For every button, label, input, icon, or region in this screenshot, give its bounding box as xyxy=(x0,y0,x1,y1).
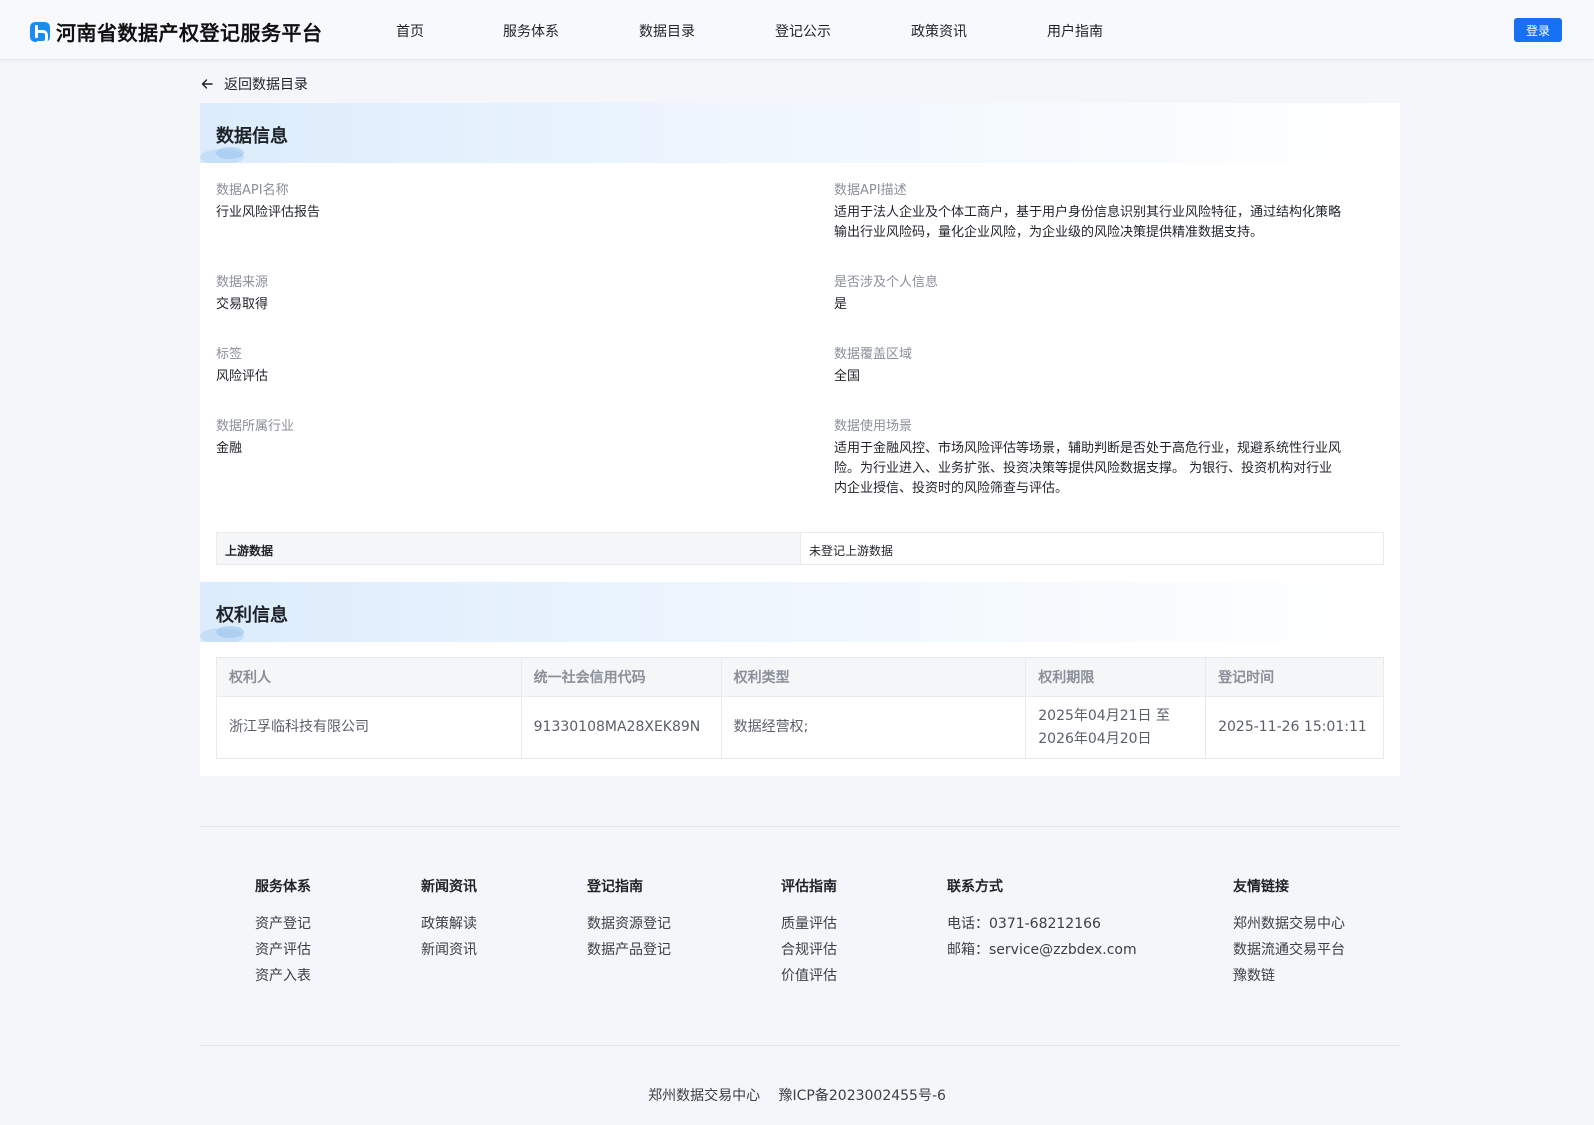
coverage-value: 全国 xyxy=(834,369,861,384)
col-registered-at: 登记时间 xyxy=(1205,657,1384,697)
nav-registration-notice[interactable]: 登记公示 xyxy=(775,21,831,41)
footer-link[interactable]: 数据资源登记 xyxy=(587,913,671,939)
footer-divider xyxy=(200,826,1400,827)
personal-info-label: 是否涉及个人信息 xyxy=(834,275,939,290)
nav-policy-news[interactable]: 政策资讯 xyxy=(911,21,967,41)
api-name-value: 行业风险评估报告 xyxy=(216,205,321,220)
top-header: 河南省数据产权登记服务平台 首页 服务体系 数据目录 登记公示 政策资讯 用户指… xyxy=(0,0,1594,60)
footer-link[interactable]: 合规评估 xyxy=(781,939,837,965)
industry-label: 数据所属行业 xyxy=(216,419,295,434)
data-info-title: 数据信息 xyxy=(216,126,288,147)
footer-col-service: 服务体系 资产登记 资产评估 资产入表 xyxy=(255,876,311,991)
arrow-left-icon xyxy=(201,79,213,89)
table-header-row: 权利人 统一社会信用代码 权利类型 权利期限 登记时间 xyxy=(216,657,1384,697)
nav-user-guide[interactable]: 用户指南 xyxy=(1047,21,1103,41)
footer-col-contact: 联系方式 电话：0371-68212166 邮箱：service@zzbdex.… xyxy=(947,876,1137,965)
upstream-value: 未登记上游数据 xyxy=(809,544,894,558)
industry-value: 金融 xyxy=(216,441,243,456)
nav-data-catalog[interactable]: 数据目录 xyxy=(639,21,695,41)
cell-right-type: 数据经营权; xyxy=(720,696,1027,759)
api-desc-value: 适用于法人企业及个体工商户，基于用户身份信息识别其行业风险特征，通过结构化策略 … xyxy=(834,203,1394,243)
rights-info-title: 权利信息 xyxy=(216,605,288,626)
footer-col-links: 友情链接 郑州数据交易中心 数据流通交易平台 豫数链 xyxy=(1233,876,1345,991)
footer-link[interactable]: 新闻资讯 xyxy=(421,939,477,965)
term-start: 2025年04月21日 至 xyxy=(1038,707,1170,724)
footer-link[interactable]: 资产评估 xyxy=(255,939,311,965)
rights-info-header: 权利信息 xyxy=(200,582,1400,642)
tag-value: 风险评估 xyxy=(216,369,269,384)
footer-divider xyxy=(200,1045,1400,1046)
col-credit-code: 统一社会信用代码 xyxy=(520,657,722,697)
upstream-data-row: 上游数据 未登记上游数据 xyxy=(216,532,1384,565)
back-link-label: 返回数据目录 xyxy=(224,77,308,93)
footer-col-title: 评估指南 xyxy=(781,879,837,895)
footer-col-title: 友情链接 xyxy=(1233,879,1289,895)
term-end: 2026年04月20日 xyxy=(1038,730,1152,747)
footer-link[interactable]: 数据流通交易平台 xyxy=(1233,939,1345,965)
footer-link[interactable]: 豫数链 xyxy=(1233,965,1345,991)
table-row: 浙江孚临科技有限公司 91330108MA28XEK89N 数据经营权; 202… xyxy=(216,696,1384,759)
footer-link[interactable]: 数据产品登记 xyxy=(587,939,671,965)
footer-link[interactable]: 资产登记 xyxy=(255,913,311,939)
col-right-type: 权利类型 xyxy=(720,657,1027,697)
scenario-value: 适用于金融风控、市场风险评估等场景，辅助判断是否处于高危行业，规避系统性行业风 … xyxy=(834,439,1394,499)
rights-table: 权利人 统一社会信用代码 权利类型 权利期限 登记时间 浙江孚临科技有限公司 9… xyxy=(216,657,1384,759)
contact-email[interactable]: 邮箱：service@zzbdex.com xyxy=(947,939,1137,965)
source-value: 交易取得 xyxy=(216,297,269,312)
footer-col-title: 联系方式 xyxy=(947,879,1003,895)
data-info-header: 数据信息 xyxy=(200,103,1400,163)
footer-link[interactable]: 质量评估 xyxy=(781,913,837,939)
footer-col-title: 服务体系 xyxy=(255,879,311,895)
upstream-label: 上游数据 xyxy=(217,533,801,564)
nav-home[interactable]: 首页 xyxy=(396,21,424,41)
footer-link[interactable]: 郑州数据交易中心 xyxy=(1233,913,1345,939)
footer-col-title: 新闻资讯 xyxy=(421,879,477,895)
cell-registered-at: 2025-11-26 15:01:11 xyxy=(1205,696,1384,759)
col-term: 权利期限 xyxy=(1025,657,1207,697)
footer-col-title: 登记指南 xyxy=(587,879,643,895)
cell-credit-code: 91330108MA28XEK89N xyxy=(520,696,722,759)
col-holder: 权利人 xyxy=(216,657,522,697)
scenario-line: 内企业授信、投资时的风险筛查与评估。 xyxy=(834,481,1069,496)
footer-col-evaluation-guide: 评估指南 质量评估 合规评估 价值评估 xyxy=(781,876,837,991)
login-button[interactable]: 登录 xyxy=(1514,18,1562,42)
api-name-label: 数据API名称 xyxy=(216,183,289,198)
copyright-org: 郑州数据交易中心 xyxy=(648,1088,761,1104)
icp-number[interactable]: 豫ICP备2023002455号-6 xyxy=(779,1088,946,1104)
detail-card: 数据信息 数据API名称 行业风险评估报告 数据API描述 适用于法人企业及个体… xyxy=(200,103,1400,776)
nav-service-system[interactable]: 服务体系 xyxy=(503,21,559,41)
api-desc-label: 数据API描述 xyxy=(834,183,907,198)
back-to-catalog-link[interactable]: 返回数据目录 xyxy=(200,74,308,94)
footer-col-registration-guide: 登记指南 数据资源登记 数据产品登记 xyxy=(587,876,671,965)
cell-term: 2025年04月21日 至 2026年04月20日 xyxy=(1025,696,1207,759)
tag-label: 标签 xyxy=(216,347,243,362)
site-logo[interactable]: 河南省数据产权登记服务平台 xyxy=(30,17,323,46)
source-label: 数据来源 xyxy=(216,275,269,290)
cell-holder: 浙江孚临科技有限公司 xyxy=(216,696,522,759)
api-desc-line: 适用于法人企业及个体工商户，基于用户身份信息识别其行业风险特征，通过结构化策略 xyxy=(834,205,1342,220)
contact-phone: 电话：0371-68212166 xyxy=(947,916,1101,932)
api-desc-line: 输出行业风险码，量化企业风险，为企业级的风险决策提供精准数据支持。 xyxy=(834,225,1264,240)
footer-link[interactable]: 资产入表 xyxy=(255,965,311,991)
personal-info-value: 是 xyxy=(834,297,848,312)
scenario-line: 适用于金融风控、市场风险评估等场景，辅助判断是否处于高危行业，规避系统性行业风 xyxy=(834,441,1342,456)
site-title: 河南省数据产权登记服务平台 xyxy=(56,21,323,45)
footer-link[interactable]: 政策解读 xyxy=(421,913,477,939)
copyright-bar: 郑州数据交易中心 豫ICP备2023002455号-6 xyxy=(0,1085,1594,1105)
scenario-line: 险。为行业进入、业务扩张、投资决策等提供风险数据支撑。 为银行、投资机构对行业 xyxy=(834,461,1333,476)
footer-link[interactable]: 价值评估 xyxy=(781,965,837,991)
logo-icon xyxy=(30,21,50,44)
scenario-label: 数据使用场景 xyxy=(834,419,913,434)
coverage-label: 数据覆盖区域 xyxy=(834,347,913,362)
footer-col-news: 新闻资讯 政策解读 新闻资讯 xyxy=(421,876,477,965)
